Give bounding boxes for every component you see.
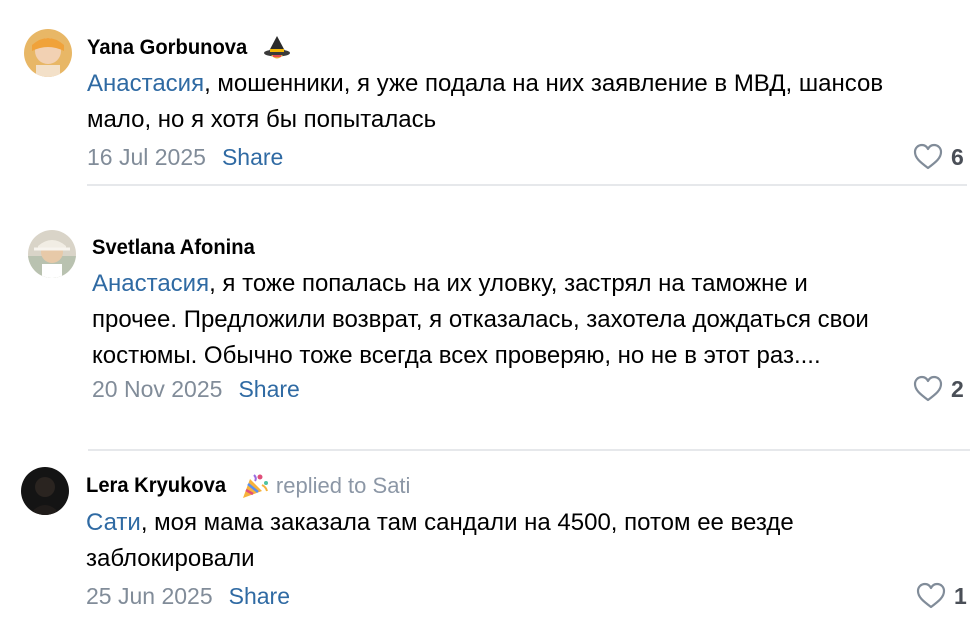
avatar[interactable] [24,29,72,77]
like-button[interactable]: 1 [916,581,967,611]
like-count: 6 [951,143,964,170]
avatar-image [24,29,72,77]
comment-text: заблокировали [86,545,255,572]
comment-item: Lera Kryukova replied to Sati Сати, моя … [0,451,977,634]
party-emoji-icon [240,471,270,501]
comment-item: Yana Gorbunova Анастасия, мошенники, я у… [0,0,977,186]
avatar[interactable] [21,467,69,515]
author-name[interactable]: Yana Gorbunova [87,36,247,60]
witch-hat-emoji-icon [262,33,292,63]
comment-text: прочее. Предложили возврат, я отказалась… [92,306,869,333]
comment-item: Svetlana Afonina Анастасия, я тоже попал… [0,186,977,451]
like-count: 1 [954,582,967,609]
mention-link[interactable]: Анастасия [87,70,204,97]
comment-date[interactable]: 20 Nov 2025 [92,376,222,403]
heart-icon [916,582,946,609]
mention-link[interactable]: Сати [86,509,141,536]
heart-icon [913,375,943,402]
author-name[interactable]: Lera Kryukova [86,474,226,498]
like-count: 2 [951,375,964,402]
comment-text: , моя мама заказала там сандали на 4500,… [140,509,794,536]
comment-date[interactable]: 16 Jul 2025 [87,144,206,171]
share-link[interactable]: Share [222,144,283,171]
comment-date[interactable]: 25 Jun 2025 [86,583,213,610]
share-link[interactable]: Share [229,583,290,610]
author-name[interactable]: Svetlana Afonina [92,236,255,260]
comment-text: , мошенники, я уже подала на них заявлен… [204,70,884,97]
comment-text: мало, но я хотя бы попыталась [87,106,437,133]
avatar-image [21,467,69,515]
mention-link[interactable]: Анастасия [92,270,209,297]
avatar[interactable] [28,230,76,278]
like-button[interactable]: 2 [913,374,964,404]
share-link[interactable]: Share [238,376,299,403]
replied-to-label[interactable]: replied to Sati [276,473,411,499]
comment-text: костюмы. Обычно тоже всегда всех проверя… [92,342,821,369]
comment-text: , я тоже попалась на их уловку, застрял … [209,270,808,297]
avatar-image [28,230,76,278]
like-button[interactable]: 6 [913,142,964,172]
heart-icon [913,143,943,170]
